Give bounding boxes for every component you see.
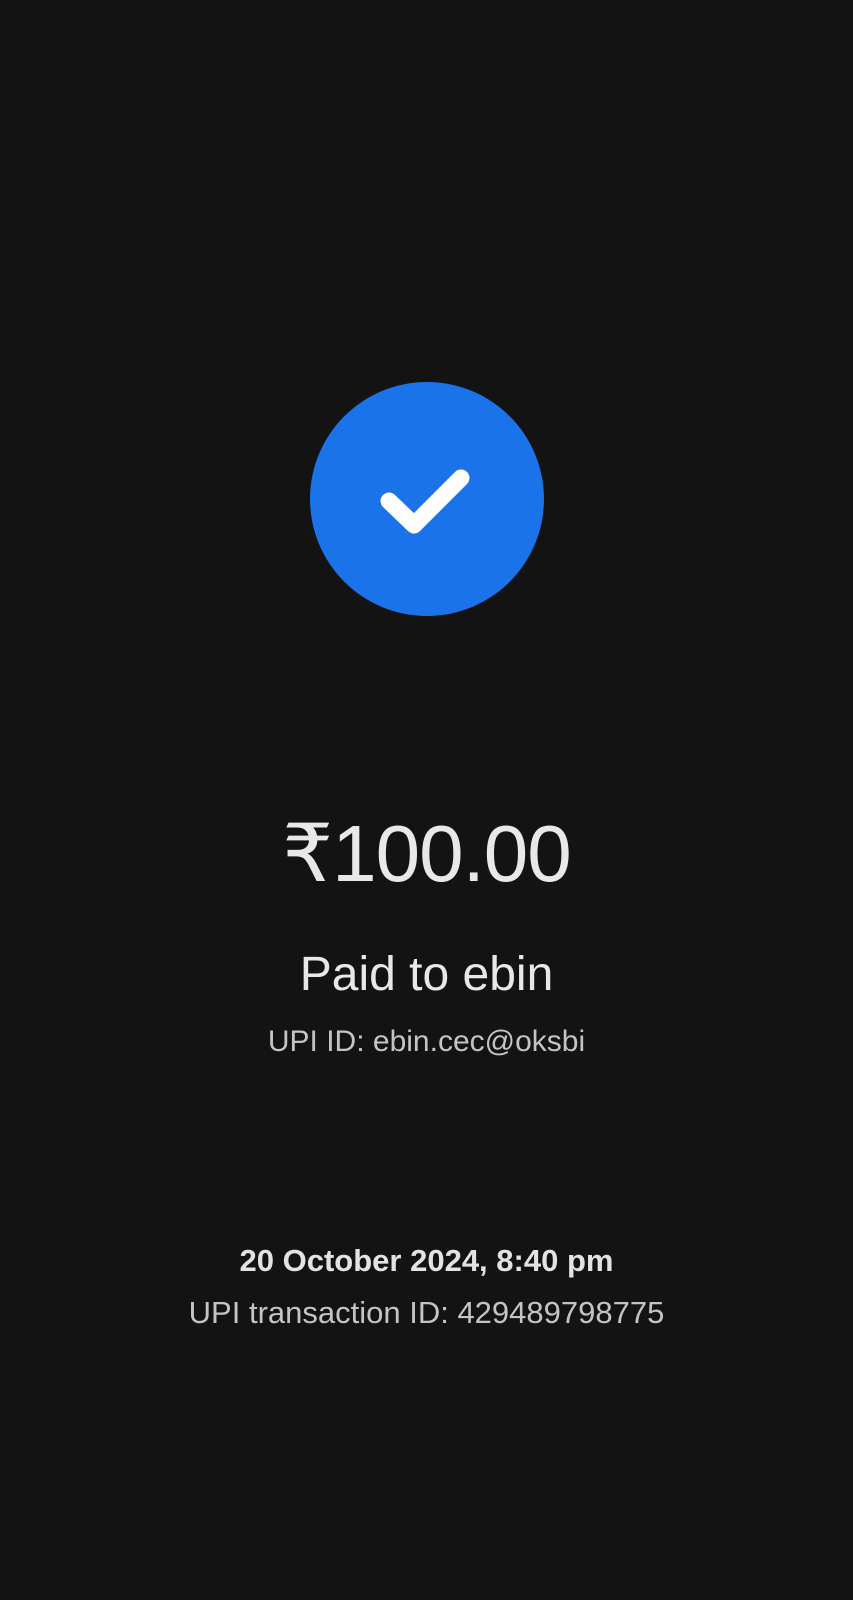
payment-amount: ₹100.00 — [282, 809, 572, 898]
transaction-id: UPI transaction ID: 429489798775 — [188, 1295, 665, 1330]
payee-upi-id: UPI ID: ebin.cec@oksbi — [267, 1025, 586, 1058]
transaction-datetime: 20 October 2024, 8:40 pm — [239, 1243, 614, 1278]
check-icon — [380, 469, 470, 534]
success-badge — [310, 382, 544, 616]
payee-name: Paid to ebin — [299, 948, 554, 1001]
